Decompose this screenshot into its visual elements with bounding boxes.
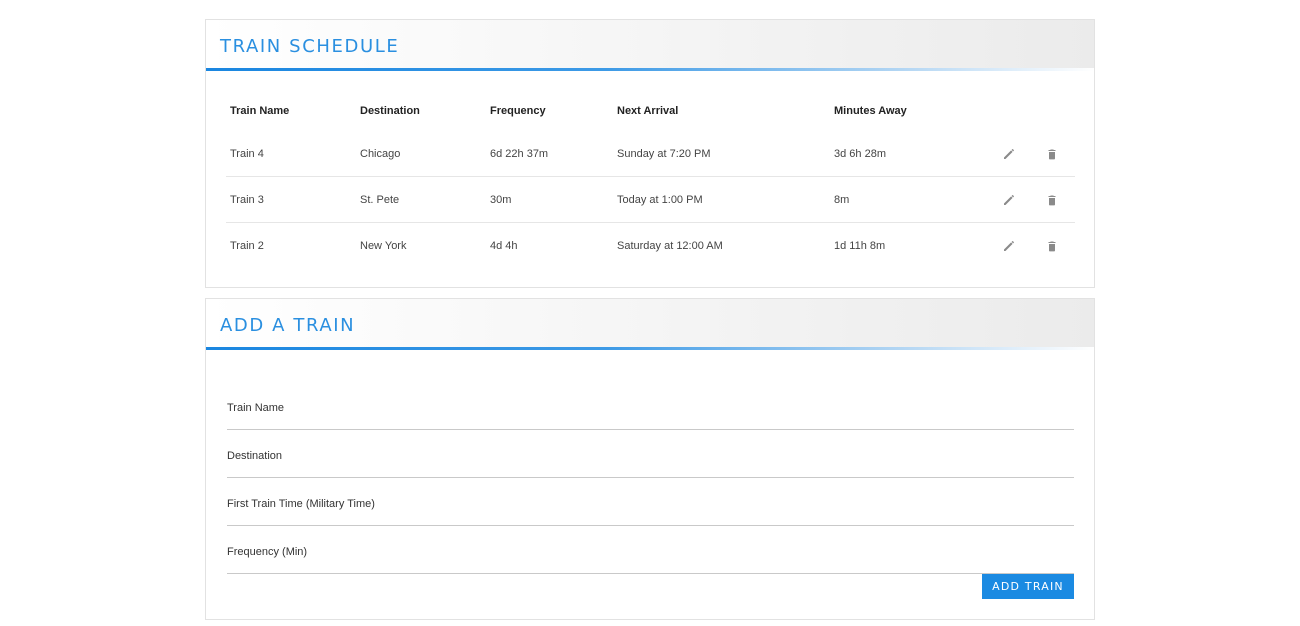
- train-name-input[interactable]: [227, 382, 1074, 429]
- trash-icon[interactable]: [1045, 239, 1059, 253]
- cell-train-name: Train 3: [230, 194, 264, 206]
- destination-field-wrapper: [227, 430, 1074, 478]
- cell-frequency: 6d 22h 37m: [490, 148, 549, 160]
- frequency-input[interactable]: [227, 526, 1074, 573]
- table-row: Train 2 New York 4d 4h Saturday at 12:00…: [226, 223, 1075, 269]
- add-train-form: [227, 382, 1074, 574]
- column-header-frequency: Frequency: [490, 105, 546, 117]
- frequency-field-wrapper: [227, 526, 1074, 574]
- add-train-title: ADD A TRAIN: [220, 315, 356, 336]
- add-train-header: ADD A TRAIN: [206, 299, 1094, 350]
- add-train-card: ADD A TRAIN ADD TRAIN: [205, 298, 1095, 620]
- table-header-row: Train Name Destination Frequency Next Ar…: [226, 101, 1075, 121]
- cell-destination: New York: [360, 240, 407, 252]
- destination-input[interactable]: [227, 430, 1074, 477]
- cell-minutes-away: 8m: [834, 194, 850, 206]
- train-name-field-wrapper: [227, 382, 1074, 430]
- cell-destination: Chicago: [360, 148, 401, 160]
- add-train-button[interactable]: ADD TRAIN: [982, 574, 1074, 599]
- cell-train-name: Train 4: [230, 148, 264, 160]
- column-header-train-name: Train Name: [230, 105, 290, 117]
- header-underline: [206, 68, 1094, 71]
- train-schedule-card: TRAIN SCHEDULE Train Name Destination Fr…: [205, 19, 1095, 288]
- header-underline: [206, 347, 1094, 350]
- table-row: Train 3 St. Pete 30m Today at 1:00 PM 8m: [226, 177, 1075, 223]
- schedule-table: Train Name Destination Frequency Next Ar…: [226, 101, 1075, 269]
- cell-next-arrival: Saturday at 12:00 AM: [617, 240, 723, 252]
- cell-next-arrival: Sunday at 7:20 PM: [617, 148, 711, 160]
- first-train-time-input[interactable]: [227, 478, 1074, 525]
- trash-icon[interactable]: [1045, 193, 1059, 207]
- pencil-icon[interactable]: [1002, 239, 1016, 253]
- cell-minutes-away: 1d 11h 8m: [834, 240, 886, 252]
- pencil-icon[interactable]: [1002, 147, 1016, 161]
- cell-frequency: 30m: [490, 194, 512, 206]
- column-header-minutes-away: Minutes Away: [834, 105, 907, 117]
- cell-destination: St. Pete: [360, 194, 400, 206]
- column-header-destination: Destination: [360, 105, 420, 117]
- cell-next-arrival: Today at 1:00 PM: [617, 194, 703, 206]
- table-row: Train 4 Chicago 6d 22h 37m Sunday at 7:2…: [226, 131, 1075, 177]
- schedule-title: TRAIN SCHEDULE: [220, 36, 400, 57]
- column-header-next-arrival: Next Arrival: [617, 105, 679, 117]
- cell-frequency: 4d 4h: [490, 240, 518, 252]
- schedule-header: TRAIN SCHEDULE: [206, 20, 1094, 71]
- cell-train-name: Train 2: [230, 240, 264, 252]
- trash-icon[interactable]: [1045, 147, 1059, 161]
- pencil-icon[interactable]: [1002, 193, 1016, 207]
- cell-minutes-away: 3d 6h 28m: [834, 148, 886, 160]
- first-train-time-field-wrapper: [227, 478, 1074, 526]
